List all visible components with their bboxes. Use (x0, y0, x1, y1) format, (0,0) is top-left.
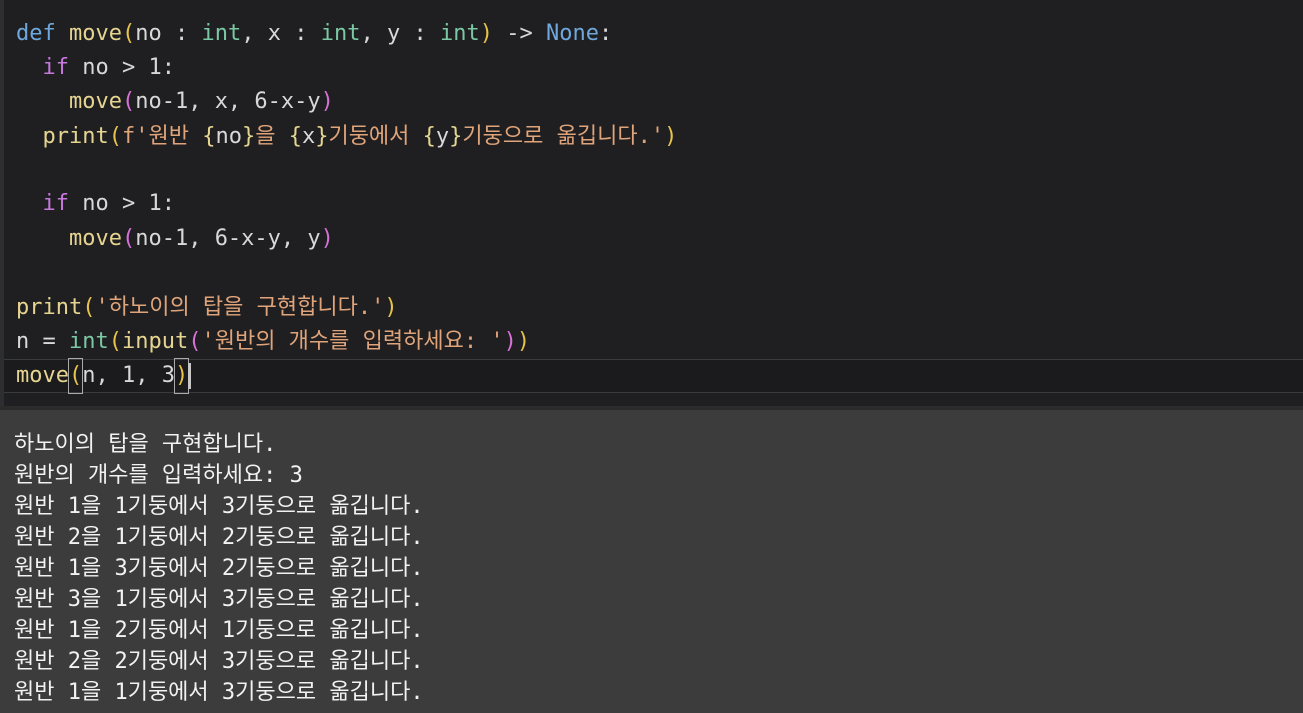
code-line-1[interactable]: def move(no : int, x : int, y : int) -> … (16, 17, 612, 51)
console-line: 원반 1을 1기둥에서 3기둥으로 옮깁니다. (14, 494, 424, 519)
console-line: 원반 2을 1기둥에서 2기둥으로 옮깁니다. (14, 525, 424, 550)
code-line-7[interactable]: move(no-1, 6-x-y, y) (16, 222, 334, 256)
code-line-3[interactable]: move(no-1, x, 6-x-y) (16, 85, 334, 119)
current-line-highlight (4, 359, 1303, 393)
output-console[interactable]: 하노이의 탑을 구현합니다. 원반의 개수를 입력하세요: 3 원반 1을 1기… (0, 406, 1303, 713)
text-caret (188, 363, 192, 389)
console-line: 원반의 개수를 입력하세요: 3 (14, 463, 303, 488)
console-line: 하노이의 탑을 구현합니다. (14, 432, 277, 457)
keyword-def: def (16, 21, 56, 46)
code-line-11[interactable]: move(n, 1, 3) (16, 358, 192, 394)
matching-paren-close: ) (173, 358, 190, 394)
console-line: 원반 1을 2기둥에서 1기둥으로 옮깁니다. (14, 618, 424, 643)
code-line-10[interactable]: n = int(input('원반의 개수를 입력하세요: ')) (16, 325, 530, 359)
code-editor[interactable]: def move(no : int, x : int, y : int) -> … (0, 0, 1303, 406)
code-line-2[interactable]: if no > 1: (16, 51, 175, 85)
code-line-6[interactable]: if no > 1: (16, 187, 175, 221)
param-y: y (386, 21, 401, 46)
param-no: no (135, 21, 162, 46)
param-x: x (267, 21, 281, 46)
console-line: 원반 1을 3기둥에서 2기둥으로 옮깁니다. (14, 556, 424, 581)
matching-paren-open: ( (67, 358, 84, 394)
console-line: 원반 1을 1기둥에서 3기둥으로 옮깁니다. (14, 680, 424, 705)
console-line: 원반 3을 1기둥에서 3기둥으로 옮깁니다. (14, 587, 424, 612)
console-line: 원반 2을 2기둥에서 3기둥으로 옮깁니다. (14, 649, 424, 674)
function-name: move (69, 21, 122, 46)
keyword-if: if (42, 55, 70, 80)
code-line-4[interactable]: print(f'원반 {no}을 {x}기둥에서 {y}기둥으로 옮깁니다.') (16, 120, 678, 154)
code-line-9[interactable]: print('하노이의 탑을 구현합니다.') (16, 291, 398, 325)
